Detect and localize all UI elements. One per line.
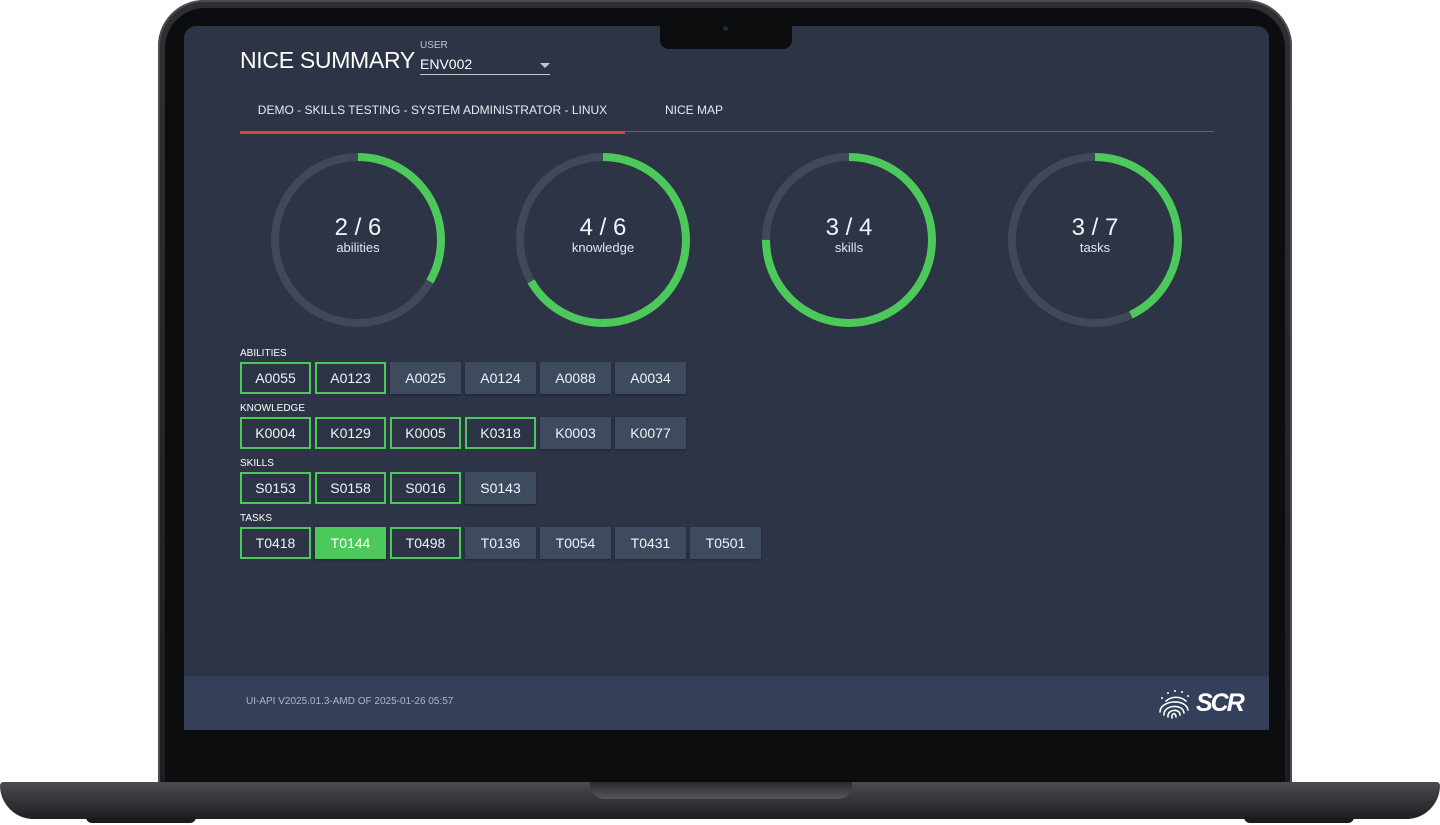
knowledge-group: KNOWLEDGE K0004 K0129 K0005 K0318 K0003 … [240,403,690,449]
abilities-group: ABILITIES A0055 A0123 A0025 A0124 A0088 … [240,348,690,394]
ability-chip[interactable]: A0034 [615,362,686,394]
task-chip[interactable]: T0054 [540,527,611,559]
camera-notch [660,26,792,49]
gauge-value: 2 / 6 [334,214,382,241]
gauge-label: knowledge [571,240,635,255]
group-label-tasks: TASKS [240,513,273,524]
laptop-foot-left [86,817,196,823]
laptop-foot-right [1244,817,1354,823]
group-label-knowledge: KNOWLEDGE [240,403,306,414]
gauge-value: 4 / 6 [579,214,627,241]
task-chip[interactable]: T0136 [465,527,536,559]
knowledge-chip[interactable]: K0003 [540,417,611,449]
gauge-tasks: 3 / 7 tasks [1007,152,1183,328]
knowledge-chip[interactable]: K0318 [465,417,536,449]
page-title: NICE SUMMARY [240,47,415,73]
task-chip[interactable]: T0418 [240,527,311,559]
task-chip[interactable]: T0431 [615,527,686,559]
task-chip[interactable]: T0144 [315,527,386,559]
ability-chip[interactable]: A0025 [390,362,461,394]
version-text: UI-API V2025.01.3-AMD OF 2025-01-26 05:5… [246,696,454,707]
gauge-label: abilities [336,240,380,255]
tab-bar: DEMO - SKILLS TESTING - SYSTEM ADMINISTR… [240,93,1214,134]
ability-chip[interactable]: A0123 [315,362,386,394]
gauge-label: skills [834,240,864,255]
tab-nice-map[interactable]: NICE MAP [664,93,724,131]
knowledge-chip[interactable]: K0077 [615,417,686,449]
group-label-skills: SKILLS [240,458,274,469]
brand-text: SCR [1196,689,1245,717]
user-select-value: ENV002 [420,56,473,72]
skill-chip[interactable]: S0158 [315,472,386,504]
tab-demo-skills-testing[interactable]: DEMO - SKILLS TESTING - SYSTEM ADMINISTR… [240,93,625,134]
gauge-label: tasks [1079,240,1111,255]
knowledge-chip[interactable]: K0004 [240,417,311,449]
app-screen: NICE SUMMARY USER ENV002 DEMO - SKILLS T… [184,26,1269,730]
ability-chip[interactable]: A0055 [240,362,311,394]
camera-icon [723,26,728,31]
laptop-hinge [590,782,852,799]
gauge-skills: 3 / 4 skills [761,152,937,328]
skill-chip[interactable]: S0016 [390,472,461,504]
knowledge-chip[interactable]: K0129 [315,417,386,449]
gauge-knowledge: 4 / 6 knowledge [515,152,691,328]
ability-chip[interactable]: A0124 [465,362,536,394]
tasks-group: TASKS T0418 T0144 T0498 T0136 T0054 T043… [240,513,765,559]
ability-chip[interactable]: A0088 [540,362,611,394]
user-select[interactable]: ENV002 [420,54,550,75]
skill-chip[interactable]: S0153 [240,472,311,504]
brand-logo: SCR [1156,688,1256,720]
skill-chip[interactable]: S0143 [465,472,536,504]
gauge-value: 3 / 7 [1071,214,1119,241]
group-label-abilities: ABILITIES [240,348,287,359]
user-select-label: USER [420,40,448,51]
fingerprint-icon [1159,690,1189,719]
gauge-value: 3 / 4 [825,214,873,241]
skills-group: SKILLS S0153 S0158 S0016 S0143 [240,458,540,504]
chevron-down-icon [540,63,550,68]
task-chip[interactable]: T0498 [390,527,461,559]
gauge-abilities: 2 / 6 abilities [270,152,446,328]
task-chip[interactable]: T0501 [690,527,761,559]
knowledge-chip[interactable]: K0005 [390,417,461,449]
footer: UI-API V2025.01.3-AMD OF 2025-01-26 05:5… [184,676,1269,730]
